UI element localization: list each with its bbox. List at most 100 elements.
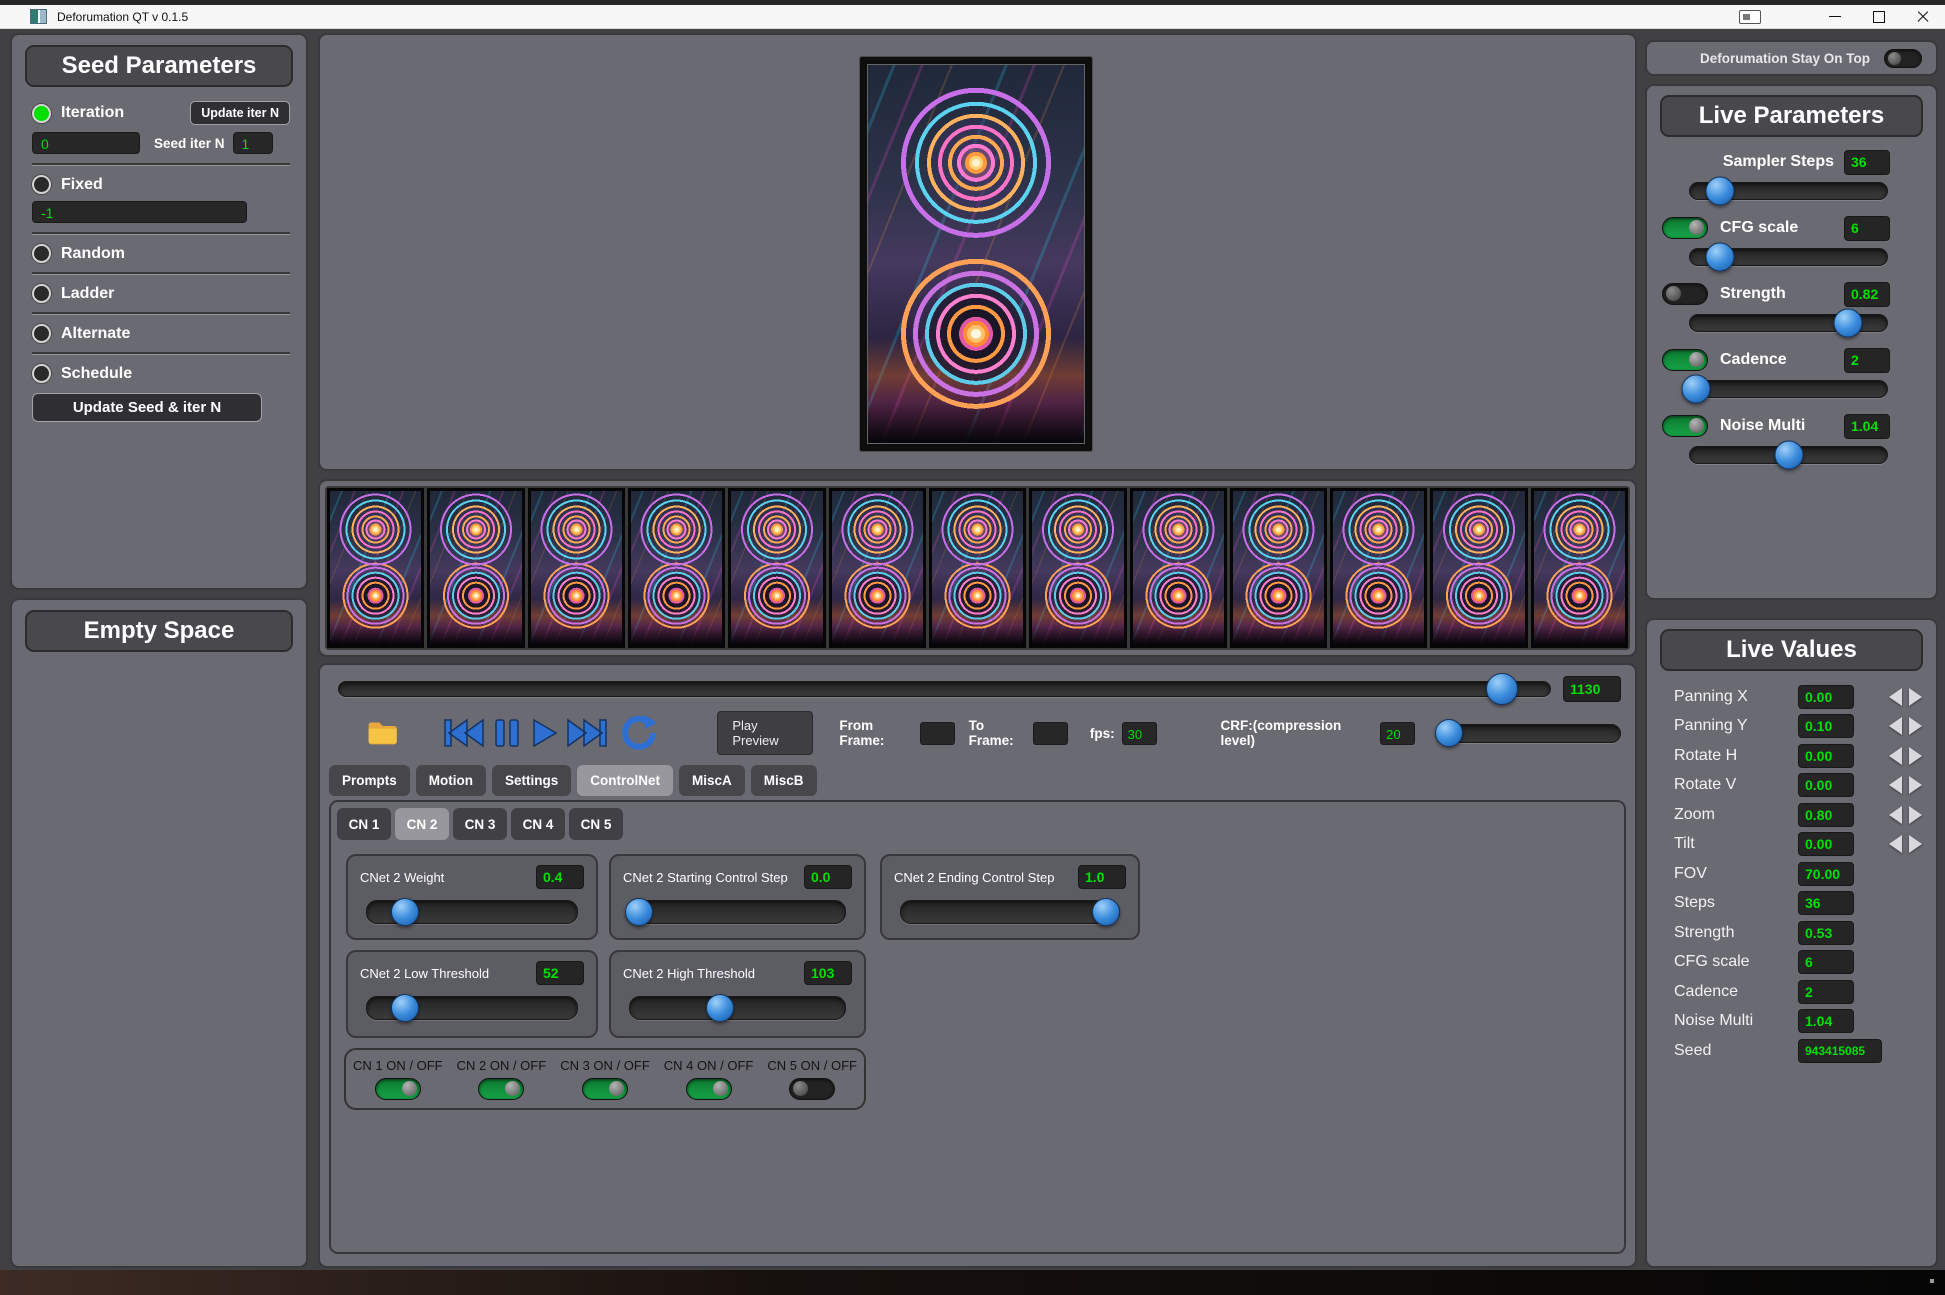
cnet2-weight-slider-knob[interactable] (390, 898, 419, 926)
sampler-steps-slider-knob[interactable] (1705, 176, 1735, 206)
pause-icon[interactable] (492, 716, 522, 750)
fps-input[interactable]: 30 (1121, 721, 1157, 745)
skip-end-icon[interactable] (566, 716, 612, 750)
noise-multi-toggle[interactable] (1662, 415, 1708, 437)
rotate-v-increment-arrow[interactable] (1909, 776, 1922, 795)
filmstrip-frame[interactable] (928, 488, 1027, 648)
lv-cadence-value[interactable]: 2 (1798, 979, 1854, 1004)
alternate-radio[interactable] (32, 324, 51, 343)
rotate-h-value[interactable]: 0.00 (1798, 743, 1854, 768)
cnet2-low-threshold-value[interactable]: 52 (536, 961, 584, 985)
minimize-button[interactable] (1813, 6, 1857, 28)
tab-miscb[interactable]: MiscB (750, 765, 817, 796)
filmstrip-frame[interactable] (828, 488, 926, 648)
cnet2-start-step-slider-knob[interactable] (624, 898, 653, 926)
sampler-steps-slider[interactable] (1689, 176, 1888, 206)
filmstrip-frame[interactable] (1430, 488, 1528, 648)
filmstrip-frame[interactable] (627, 488, 726, 648)
titlebar[interactable]: Deforumation QT v 0.1.5 (0, 5, 1945, 29)
crf-slider[interactable] (1435, 719, 1621, 747)
tilt-increment-arrow[interactable] (1909, 835, 1922, 854)
strength-toggle[interactable] (1662, 283, 1708, 305)
fov-value[interactable]: 70.00 (1798, 861, 1854, 886)
rotate-v-decrement-arrow[interactable] (1889, 776, 1902, 795)
play-preview-button[interactable]: Play Preview (717, 711, 814, 755)
lv-strength-value[interactable]: 0.53 (1798, 920, 1854, 945)
cnet2-high-threshold-slider-knob[interactable] (706, 994, 735, 1022)
seed-value[interactable]: 943415085 (1798, 1038, 1882, 1063)
noise-multi-slider-knob[interactable] (1774, 440, 1803, 470)
cadence-value[interactable]: 2 (1844, 347, 1890, 373)
iteration-radio[interactable] (32, 103, 51, 123)
tab-prompts[interactable]: Prompts (329, 765, 410, 796)
cnet2-weight-value[interactable]: 0.4 (536, 865, 584, 889)
cn2-toggle[interactable] (478, 1078, 525, 1100)
panning-x-increment-arrow[interactable] (1909, 687, 1922, 706)
tab-controlnet[interactable]: ControlNet (577, 765, 674, 796)
cnet2-high-threshold-slider[interactable] (629, 994, 846, 1022)
ladder-radio[interactable] (32, 284, 51, 303)
tab-cn-2[interactable]: CN 2 (395, 808, 449, 840)
tilt-decrement-arrow[interactable] (1889, 835, 1902, 854)
from-frame-input[interactable] (919, 721, 955, 745)
filmstrip-frame[interactable] (1029, 488, 1127, 648)
play-icon[interactable] (529, 716, 559, 750)
tab-settings[interactable]: Settings (492, 765, 572, 796)
cfg-scale-value[interactable]: 6 (1844, 215, 1890, 241)
tab-misca[interactable]: MiscA (679, 765, 745, 796)
close-button[interactable] (1901, 6, 1945, 28)
cadence-toggle[interactable] (1662, 349, 1708, 371)
schedule-radio[interactable] (32, 364, 51, 383)
frame-number-box[interactable]: 1130 (1563, 676, 1621, 702)
strength-slider-knob[interactable] (1833, 308, 1863, 338)
filmstrip-frame[interactable] (728, 488, 826, 648)
folder-icon[interactable] (366, 717, 399, 749)
tab-cn-4[interactable]: CN 4 (511, 808, 565, 840)
input-panel-icon[interactable] (1739, 9, 1761, 24)
cnet2-low-threshold-slider[interactable] (366, 994, 578, 1022)
noise-multi-value[interactable]: 1.04 (1844, 413, 1890, 439)
panning-x-value[interactable]: 0.00 (1798, 684, 1854, 709)
fixed-seed-input[interactable]: -1 (32, 201, 247, 223)
strength-value[interactable]: 0.82 (1844, 281, 1890, 307)
tab-cn-3[interactable]: CN 3 (453, 808, 507, 840)
timeline-slider-knob[interactable] (1485, 673, 1518, 705)
cnet2-end-step-slider-knob[interactable] (1091, 898, 1120, 926)
timeline-slider[interactable] (338, 673, 1551, 705)
cn5-toggle[interactable] (789, 1078, 836, 1100)
cnet2-start-step-value[interactable]: 0.0 (804, 865, 852, 889)
cadence-slider-knob[interactable] (1681, 374, 1711, 404)
repeat-icon[interactable] (619, 713, 659, 753)
cadence-slider[interactable] (1681, 374, 1888, 404)
cfg-scale-slider[interactable] (1689, 242, 1888, 272)
cnet2-high-threshold-value[interactable]: 103 (804, 961, 852, 985)
filmstrip-frame[interactable] (527, 488, 625, 648)
crf-input[interactable]: 20 (1380, 721, 1415, 745)
cnet2-end-step-value[interactable]: 1.0 (1078, 865, 1126, 889)
strength-slider[interactable] (1689, 308, 1888, 338)
panning-y-increment-arrow[interactable] (1909, 717, 1922, 736)
sampler-steps-value[interactable]: 36 (1844, 149, 1890, 175)
fixed-radio[interactable] (32, 175, 51, 194)
cn3-toggle[interactable] (581, 1078, 628, 1100)
cfg-scale-toggle[interactable] (1662, 217, 1708, 239)
filmstrip-frame[interactable] (1330, 488, 1428, 648)
steps-value[interactable]: 36 (1798, 891, 1854, 916)
lv-cfg-value[interactable]: 6 (1798, 950, 1854, 975)
filmstrip-frame[interactable] (1229, 488, 1328, 648)
noise-multi-slider[interactable] (1689, 440, 1888, 470)
update-seed-and-iter-button[interactable]: Update Seed & iter N (32, 393, 262, 422)
tab-cn-5[interactable]: CN 5 (569, 808, 623, 840)
zoom-decrement-arrow[interactable] (1889, 805, 1902, 824)
zoom-value[interactable]: 0.80 (1798, 802, 1854, 827)
rotate-v-value[interactable]: 0.00 (1798, 773, 1854, 798)
iteration-value-input[interactable]: 0 (32, 132, 140, 154)
cnet2-low-threshold-slider-knob[interactable] (390, 994, 419, 1022)
random-radio[interactable] (32, 244, 51, 263)
to-frame-input[interactable] (1033, 721, 1068, 745)
tilt-value[interactable]: 0.00 (1798, 832, 1854, 857)
cnet2-start-step-slider[interactable] (624, 898, 846, 926)
cn1-toggle[interactable] (374, 1078, 421, 1100)
resize-grip[interactable] (1931, 1280, 1933, 1282)
rotate-h-increment-arrow[interactable] (1909, 746, 1922, 765)
